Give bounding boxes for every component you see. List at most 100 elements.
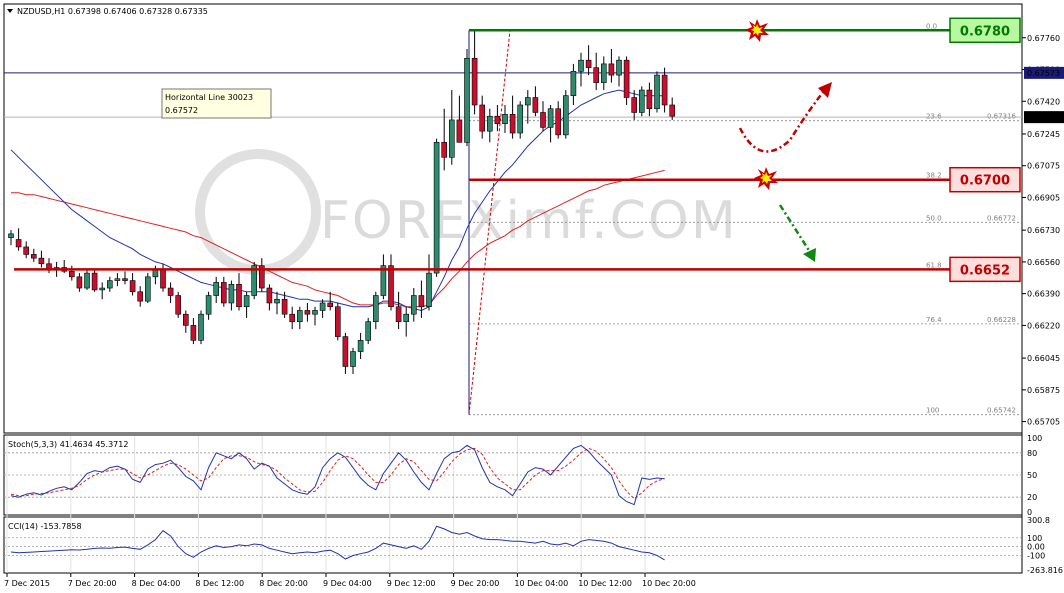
candle-bear (555, 108, 562, 136)
candle-bear (190, 325, 197, 341)
level-label: 0.6700 (960, 174, 1010, 189)
candle-bear (122, 278, 128, 281)
candle-bear (509, 114, 516, 134)
candle-bear (342, 336, 349, 367)
candle-bear (593, 67, 600, 83)
price-tick-label: 0.67245 (1027, 130, 1060, 139)
price-tick-label: 0.67760 (1027, 34, 1060, 43)
candle-bull (570, 71, 577, 96)
time-tick-label: 7 Dec 20:00 (68, 579, 117, 588)
candle-bull (403, 313, 410, 322)
candle-bear (15, 239, 22, 248)
candle-bull (616, 59, 622, 76)
candle-bear (540, 112, 546, 128)
fib-value-label: 0.65742 (987, 407, 1016, 415)
candle-bull (205, 295, 212, 315)
candle-bear (661, 74, 668, 106)
candle-bear (266, 287, 273, 304)
candle-bull (350, 351, 356, 367)
candle-bear (137, 291, 143, 302)
level-label: 0.6780 (960, 24, 1010, 39)
candle-bull (410, 295, 417, 315)
stoch-tick-label: 50 (1027, 471, 1037, 480)
price-tick-label: 0.67420 (1027, 97, 1060, 106)
cci-label: CCI(14) -153.7858 (8, 522, 82, 531)
candle-bull (372, 295, 379, 322)
tooltip-title: Horizontal Line 30023 (165, 93, 253, 102)
candle-bull (426, 272, 432, 308)
candle-bull (486, 115, 493, 132)
candle-bear (129, 280, 136, 293)
candle-bear (334, 306, 341, 337)
cci-tick-label: -100 (1027, 551, 1045, 560)
candle-bear (281, 298, 288, 315)
candle-bull (578, 59, 584, 72)
time-tick-label: 7 Dec 2015 (4, 579, 50, 588)
candle-bear (532, 97, 539, 113)
candle-bull (517, 104, 524, 134)
candle-bear (669, 104, 676, 117)
candle-bear (456, 119, 463, 143)
candle-bear (471, 57, 478, 106)
candle-bear (23, 246, 30, 255)
cci-panel-frame (3, 516, 1023, 574)
price-tick-label: 0.66220 (1027, 321, 1060, 330)
candle-bull (524, 97, 531, 106)
candle-bull (654, 74, 660, 110)
chart-svg: FOREXimf.COM 0.023.6 0.6731638.250.0 0.667… (3, 3, 1064, 588)
hline-tooltip: Horizontal Line 30023 0.67572 (161, 88, 272, 119)
candle-bull (296, 310, 303, 322)
price-tag-label: 0.67335 (1027, 113, 1060, 122)
stoch-tick-label: 20 (1027, 493, 1037, 502)
candle-bull (547, 108, 554, 128)
cci-tick-label: -263.816 (1027, 566, 1063, 575)
stoch-tick-label: 80 (1027, 449, 1037, 458)
price-axis: 0.677600.675900.674200.672450.670750.669… (1022, 34, 1064, 427)
candle-bull (145, 276, 151, 302)
fib-ratio-label: 76.4 (926, 316, 942, 324)
candle-bull (198, 313, 204, 341)
candle-bear (441, 142, 448, 158)
price-tag-label: 0.67573 (1027, 69, 1060, 78)
candle-bear (646, 89, 653, 110)
fib-ratio-label: 50.0 (926, 214, 942, 222)
candle-bull (600, 63, 607, 83)
cci-tick-label: 300.8 (1027, 516, 1050, 525)
fib-value-label: 0.66228 (987, 316, 1016, 324)
candle-bull (274, 298, 280, 304)
watermark-text: FOREXimf.COM (320, 191, 738, 251)
fib-value-label: 0.66772 (987, 214, 1016, 222)
candle-bull (228, 284, 235, 304)
candle-bull (319, 302, 326, 311)
candle-bear (236, 284, 242, 308)
price-tick-label: 0.66390 (1027, 290, 1060, 299)
candle-bear (183, 313, 189, 326)
candle-bull (99, 287, 105, 291)
candle-bull (464, 57, 470, 143)
candle-bear (395, 306, 402, 322)
time-tick-label: 9 Dec 20:00 (451, 579, 500, 588)
candle-bull (84, 272, 90, 289)
candle-bear (304, 310, 311, 315)
candle-bear (38, 257, 45, 265)
symbol-header: NZDUSD,H1 0.67398 0.67406 0.67328 0.6733… (17, 7, 208, 16)
candle-bear (479, 104, 486, 132)
candle-bear (160, 269, 166, 289)
price-tick-label: 0.66905 (1027, 193, 1060, 202)
candle-bear (585, 59, 592, 68)
candle-bear (388, 265, 394, 308)
time-tick-label: 8 Dec 12:00 (195, 579, 244, 588)
time-tick-label: 9 Dec 04:00 (323, 579, 372, 588)
candle-bear (327, 302, 334, 308)
price-tick-label: 0.67075 (1027, 162, 1060, 171)
candle-bull (107, 280, 113, 289)
candle-bull (114, 278, 121, 281)
candle-bull (8, 233, 14, 238)
candle-bear (91, 272, 98, 291)
time-tick-label: 9 Dec 12:00 (387, 579, 436, 588)
candle-bear (608, 63, 615, 76)
tooltip-value: 0.67572 (165, 106, 198, 115)
candle-bear (221, 282, 227, 304)
price-tick-label: 0.65875 (1027, 386, 1060, 395)
candle-bull (638, 89, 645, 113)
